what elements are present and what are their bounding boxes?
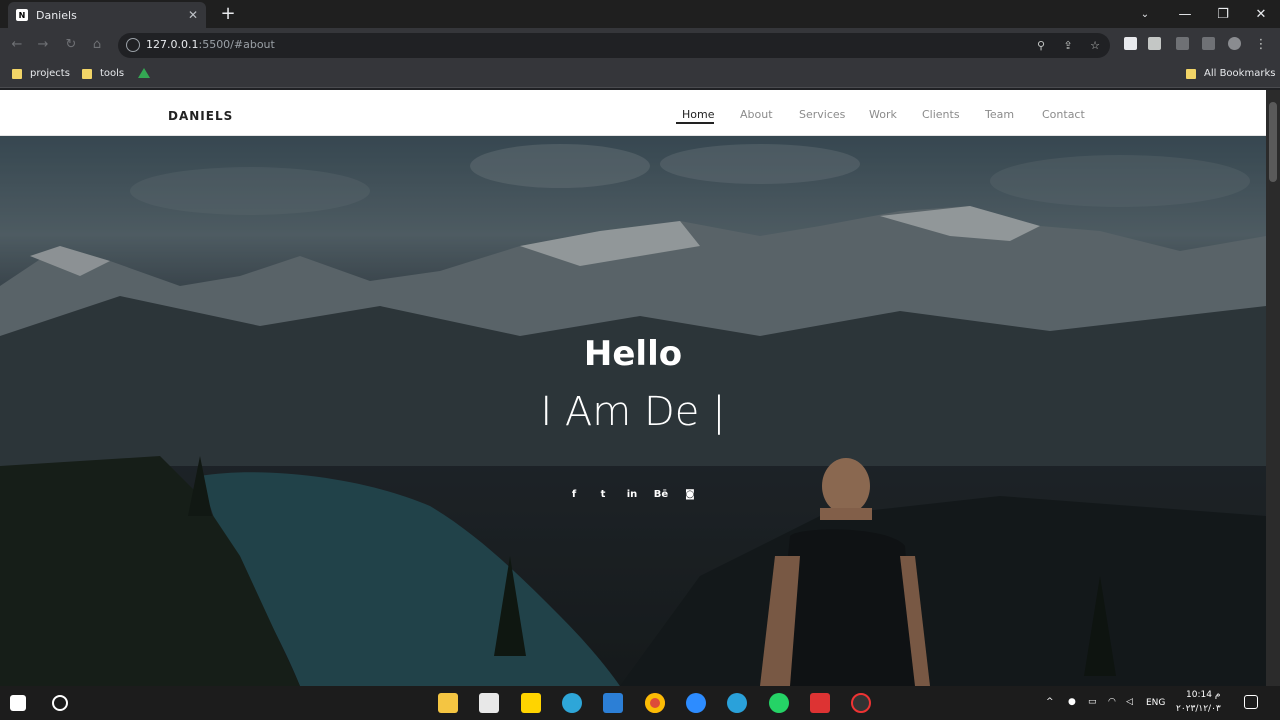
bookmark-star-icon[interactable]: ☆ [1088,39,1102,53]
url-text: 127.0.0.1:5500/#about [146,38,275,51]
linkedin-icon[interactable]: in [624,488,640,502]
wifi-icon[interactable]: ◠ [1108,697,1116,707]
web-page: DANIELS Home About Services Work Clients… [0,90,1266,686]
extension-icon[interactable] [1148,37,1161,50]
page-scrollbar[interactable] [1266,90,1280,686]
battery-icon[interactable]: ▭ [1088,697,1097,707]
search-icon[interactable] [52,695,68,711]
windows-taskbar: ^ ● ▭ ◠ ◁ ENG 10:14 م ٢٠٢٣/١٢/٠٣ [0,686,1280,720]
behance-icon[interactable]: Bē [653,488,669,502]
file-explorer-icon[interactable] [438,693,458,713]
show-hidden-icons[interactable]: ^ [1046,697,1054,707]
language-indicator[interactable]: ENG [1146,698,1165,708]
windows-start-icon[interactable] [10,695,26,711]
minimize-button[interactable]: — [1166,0,1204,28]
back-arrow-icon[interactable]: ← [8,36,26,54]
browser-toolbar: ← → ↻ ⌂ 127.0.0.1:5500/#about ⚲ ⇪ ☆ ⋮ [0,28,1280,62]
zoom-icon[interactable] [686,693,706,713]
menu-kebab-icon[interactable]: ⋮ [1252,36,1270,54]
site-logo[interactable]: DANIELS [168,109,233,123]
bookmark-tools[interactable]: tools [82,68,124,79]
instagram-icon[interactable]: ◙ [682,488,698,502]
nav-contact[interactable]: Contact [1042,108,1085,121]
address-bar[interactable]: 127.0.0.1:5500/#about ⚲ ⇪ ☆ [118,33,1110,58]
notifications-icon[interactable] [1244,695,1258,709]
nav-services[interactable]: Services [799,108,845,121]
hero-title: Hello [583,334,683,374]
clock-time[interactable]: 10:14 م [1186,690,1220,700]
screen-recorder-icon[interactable] [851,693,871,713]
folder-icon [1186,68,1196,79]
tab-strip: N Daniels ✕ + ⌄ — ❐ ✕ [0,0,1280,28]
site-info-icon[interactable] [126,38,140,52]
forward-arrow-icon[interactable]: → [34,36,52,54]
nav-home[interactable]: Home [682,108,714,121]
tab-search-icon[interactable]: ⌄ [1126,0,1164,28]
nav-work[interactable]: Work [869,108,897,121]
folder-icon [82,68,92,79]
hero-typed-text: I Am De | [540,389,726,435]
facebook-icon[interactable]: f [566,488,582,502]
favicon-icon: N [16,9,28,21]
profile-avatar[interactable] [1228,37,1241,50]
scrollbar-thumb[interactable] [1269,102,1277,182]
nav-about[interactable]: About [740,108,773,121]
microphone-icon[interactable]: ● [1068,697,1076,707]
share-icon[interactable]: ⇪ [1061,39,1075,53]
clock-date[interactable]: ٢٠٢٣/١٢/٠٣ [1176,704,1221,714]
twitter-icon[interactable]: t [595,488,611,502]
home-icon[interactable]: ⌂ [88,36,106,54]
extension-icon[interactable] [1176,37,1189,50]
app-icon[interactable] [810,693,830,713]
all-bookmarks[interactable]: All Bookmarks [1186,68,1275,79]
volume-icon[interactable]: ◁ [1126,697,1133,707]
zoom-search-icon[interactable]: ⚲ [1034,39,1048,53]
sticky-notes-icon[interactable] [521,693,541,713]
whatsapp-icon[interactable] [769,693,789,713]
reload-icon[interactable]: ↻ [62,36,80,54]
nav-clients[interactable]: Clients [922,108,960,121]
maximize-button[interactable]: ❐ [1204,0,1242,28]
google-drive-icon [138,68,150,78]
close-window-button[interactable]: ✕ [1242,0,1280,28]
telegram-icon[interactable] [727,693,747,713]
nav-team[interactable]: Team [985,108,1014,121]
bookmarks-bar: projects tools All Bookmarks [0,62,1280,88]
new-tab-button[interactable]: + [218,4,238,24]
tab-close-icon[interactable]: ✕ [188,8,198,22]
vscode-icon[interactable] [603,693,623,713]
edge-icon[interactable] [562,693,582,713]
chrome-icon[interactable] [645,693,665,713]
folder-icon [12,68,22,79]
hero-section: Hello I Am De | f t in Bē ◙ [0,136,1266,686]
bookmark-projects[interactable]: projects [12,68,70,79]
bookmark-drive[interactable] [138,68,150,78]
side-panel-icon[interactable] [1202,37,1215,50]
active-nav-underline [676,122,714,124]
site-navbar: DANIELS Home About Services Work Clients… [0,90,1266,136]
tab-title: Daniels [36,8,77,22]
extension-icon[interactable] [1124,37,1137,50]
notion-icon[interactable] [479,693,499,713]
browser-tab[interactable]: N Daniels ✕ [8,2,206,28]
